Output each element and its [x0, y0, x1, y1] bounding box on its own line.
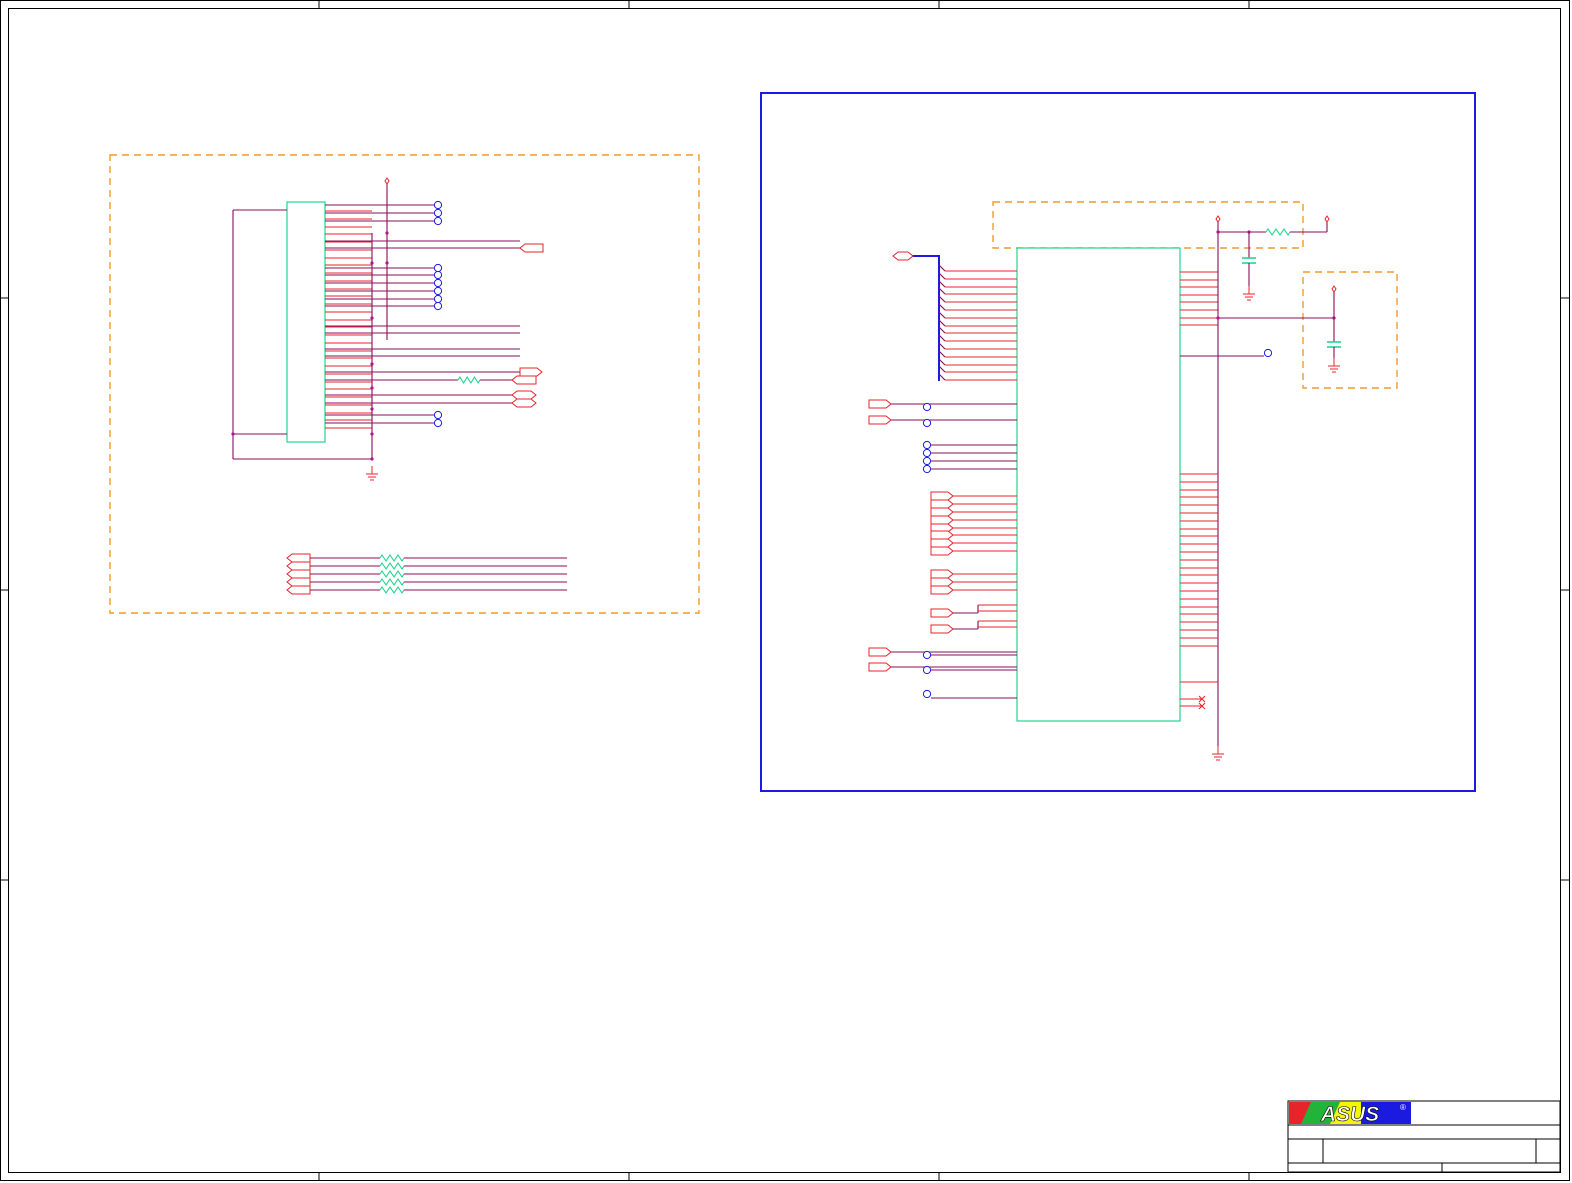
junction-dot [385, 261, 389, 265]
net-port-icon [868, 662, 892, 672]
decoupling-group [1302, 271, 1398, 389]
net-port-icon [930, 499, 954, 509]
junction-dot [370, 457, 374, 461]
resistor-icon [379, 570, 405, 578]
net-port-icon [930, 491, 954, 501]
test-point-icon [922, 456, 932, 466]
registered-icon: ® [1400, 1103, 1406, 1112]
left-connector-part [286, 201, 326, 443]
junction-dot [385, 231, 389, 235]
test-point-icon [922, 689, 932, 699]
test-point-icon [433, 278, 443, 288]
capacitor-icon [1327, 341, 1341, 348]
asus-logo-text: ASUS [1320, 1103, 1379, 1126]
test-point-icon [433, 286, 443, 296]
asus-logo: ASUS ® [1289, 1102, 1411, 1126]
test-point-icon [433, 410, 443, 420]
net-port-icon [519, 243, 544, 253]
net-port-icon [286, 569, 311, 579]
capacitor-icon [1242, 257, 1256, 264]
net-port-icon [286, 577, 311, 587]
net-port-icon [930, 546, 954, 556]
main-ic-circuit [868, 215, 1341, 761]
test-point-icon [922, 650, 932, 660]
net-port-icon [511, 398, 537, 408]
ground-icon [1243, 286, 1255, 301]
junction-dot [370, 386, 374, 390]
junction-dot [231, 432, 235, 436]
test-point-icon [433, 270, 443, 280]
net-port-icon [511, 390, 537, 400]
resistor-icon [379, 578, 405, 586]
net-port-icon [930, 624, 954, 634]
resistor-icon [379, 586, 405, 594]
ground-icon [1212, 746, 1224, 761]
left-circuit-group [109, 154, 700, 614]
frame-zone-ticks [0, 0, 1570, 1181]
net-port-icon [868, 647, 892, 657]
net-port-icon [930, 577, 954, 587]
ground-icon [366, 466, 378, 481]
net-port-icon [930, 585, 954, 595]
net-port-icon [892, 251, 914, 261]
power-filter-group [992, 201, 1304, 249]
sheet-border [0, 0, 1570, 1181]
junction-dot [370, 407, 374, 411]
resistor-icon [379, 554, 405, 562]
net-port-icon [868, 399, 892, 409]
data-bus [912, 255, 940, 381]
test-point-icon [922, 418, 932, 428]
test-point-icon [922, 448, 932, 458]
net-port-icon [286, 553, 311, 563]
test-point-icon [922, 665, 932, 675]
net-port-icon [930, 538, 954, 548]
test-point-icon [922, 402, 932, 412]
power-rail-icon [1324, 215, 1330, 223]
net-port-icon [930, 608, 954, 618]
net-port-icon [930, 569, 954, 579]
test-point-icon [433, 208, 443, 218]
test-point-icon [433, 200, 443, 210]
ground-icon [1328, 358, 1340, 373]
net-port-icon [286, 561, 311, 571]
main-ic-part [1016, 247, 1181, 722]
power-rail-icon [1331, 285, 1337, 293]
test-point-icon [433, 418, 443, 428]
test-point-icon [922, 464, 932, 474]
junction-dot [370, 362, 374, 366]
test-point-icon [433, 301, 443, 311]
title-block: ASUS ® [1287, 1100, 1561, 1173]
net-port-icon [868, 415, 892, 425]
resistor-icon [379, 562, 405, 570]
junction-dot [370, 316, 374, 320]
sheet-inner-border [8, 8, 1561, 1173]
resistor-icon [1265, 228, 1291, 236]
power-rail-icon [1215, 215, 1221, 223]
resistor-icon [457, 375, 481, 385]
schematic-sheet: ASUS ® [0, 0, 1570, 1181]
test-point-icon [433, 263, 443, 273]
net-port-icon [930, 507, 954, 517]
test-point-icon [922, 440, 932, 450]
left-connector-circuit [231, 177, 567, 595]
net-port-icon [511, 375, 537, 385]
test-point-icon [1263, 348, 1273, 358]
net-port-icon [286, 585, 311, 595]
power-rail-icon [384, 177, 390, 185]
junction-dot [1216, 316, 1220, 320]
net-port-icon [930, 530, 954, 540]
net-port-icon [930, 515, 954, 525]
junction-dot [370, 432, 374, 436]
net-port-icon [519, 367, 543, 377]
test-point-icon [433, 216, 443, 226]
junction-dot [1216, 230, 1220, 234]
junction-dot [370, 261, 374, 265]
test-point-icon [433, 294, 443, 304]
